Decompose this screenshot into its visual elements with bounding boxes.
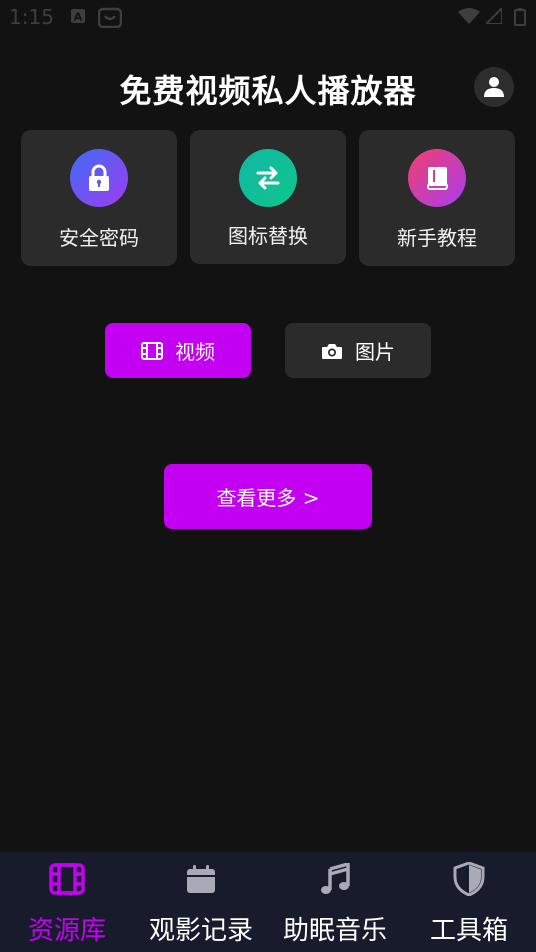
nav-label: 工具箱 bbox=[429, 916, 508, 946]
card-label: 安全密码 bbox=[59, 226, 139, 250]
user-icon bbox=[484, 77, 504, 97]
nav-label: 助眠音乐 bbox=[282, 916, 387, 946]
card-label: 图标替换 bbox=[228, 224, 308, 248]
nav-item-toolbox[interactable]: 工具箱 bbox=[402, 852, 536, 952]
shield-icon bbox=[450, 860, 488, 898]
calendar-icon bbox=[182, 860, 220, 898]
security-password-card[interactable]: 安全密码 bbox=[21, 130, 177, 266]
lock-icon bbox=[70, 149, 128, 207]
wifi-icon bbox=[458, 8, 480, 24]
notification-a-icon: A bbox=[70, 8, 86, 24]
film-icon bbox=[48, 860, 86, 898]
card-label: 新手教程 bbox=[397, 226, 477, 250]
film-icon bbox=[141, 341, 163, 360]
nav-item-sleep-music[interactable]: 助眠音乐 bbox=[268, 852, 402, 952]
battery-icon bbox=[514, 8, 526, 26]
video-tab-label: 视频 bbox=[175, 340, 215, 364]
notification-app-icon bbox=[97, 6, 123, 29]
book-icon bbox=[408, 149, 466, 207]
swap-icon bbox=[239, 149, 297, 207]
status-bar: 1:15 A bbox=[0, 0, 536, 36]
nav-label: 观影记录 bbox=[148, 916, 253, 946]
page-title: 免费视频私人播放器 bbox=[119, 72, 417, 110]
nav-item-library[interactable]: 资源库 bbox=[0, 852, 134, 952]
status-time: 1:15 bbox=[9, 5, 54, 29]
profile-button[interactable] bbox=[474, 67, 514, 107]
nav-item-history[interactable]: 观影记录 bbox=[134, 852, 268, 952]
see-more-button[interactable]: 查看更多 > bbox=[164, 464, 372, 529]
photo-tab-button[interactable]: 图片 bbox=[285, 323, 431, 378]
bottom-nav: 资源库 观影记录 助眠音乐 工具箱 bbox=[0, 852, 536, 952]
camera-icon bbox=[322, 343, 342, 359]
icon-replace-card[interactable]: 图标替换 bbox=[190, 130, 346, 264]
svg-text:A: A bbox=[74, 11, 83, 24]
see-more-label: 查看更多 > bbox=[216, 486, 320, 510]
photo-tab-label: 图片 bbox=[355, 340, 395, 364]
cellular-icon bbox=[483, 5, 503, 25]
tutorial-card[interactable]: 新手教程 bbox=[359, 130, 515, 266]
music-note-icon bbox=[316, 860, 354, 898]
video-tab-button[interactable]: 视频 bbox=[105, 323, 251, 378]
nav-label: 资源库 bbox=[27, 916, 106, 946]
